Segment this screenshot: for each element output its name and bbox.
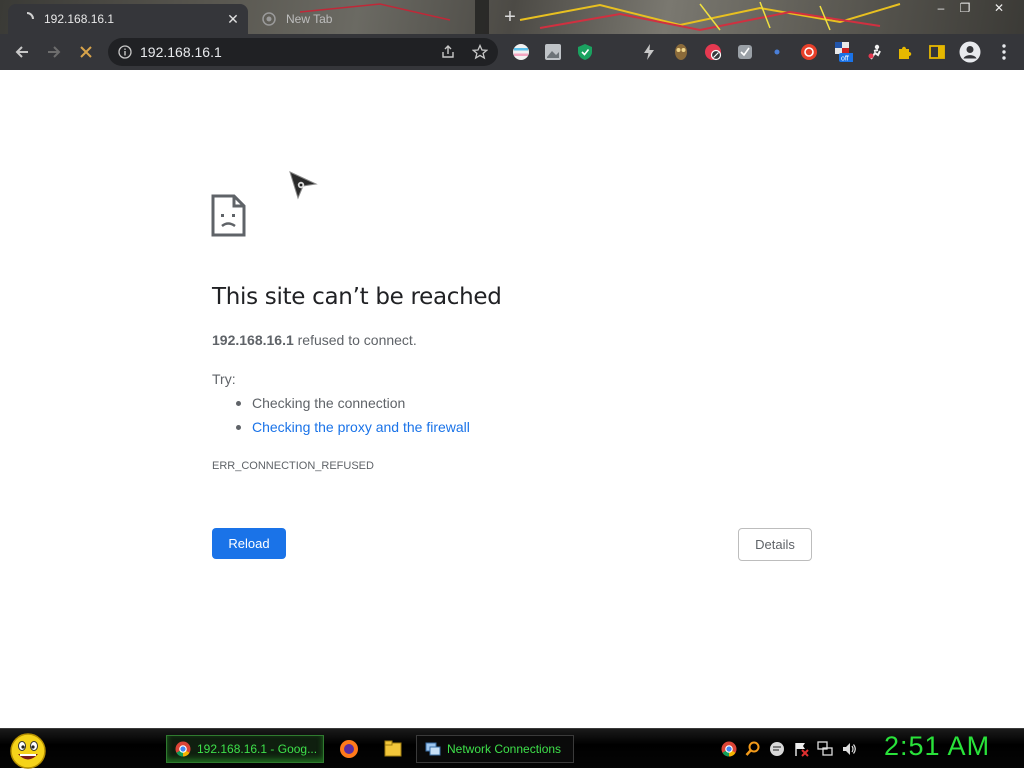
extension-shield-check-icon[interactable] (735, 42, 755, 62)
network-connections-icon (425, 742, 441, 756)
chrome-icon (262, 12, 276, 26)
extension-runner-icon[interactable] (865, 42, 885, 62)
close-window-button[interactable]: ✕ (984, 0, 1014, 16)
taskbar-item-label: 192.168.16.1 - Goog... (197, 742, 318, 756)
info-icon[interactable] (118, 45, 132, 59)
tab-active[interactable]: 192.168.16.1 ✕ (8, 4, 248, 34)
tab-title: New Tab (286, 12, 333, 26)
extension-flag-icon[interactable] (511, 42, 531, 62)
taskbar-item-chrome[interactable]: 192.168.16.1 - Goog... (166, 735, 324, 763)
share-icon[interactable] (440, 44, 456, 60)
extension-dot-icon[interactable] (767, 42, 787, 62)
error-summary-text: refused to connect. (293, 332, 417, 348)
chat-tray-icon[interactable] (769, 741, 785, 757)
network-tray-icon[interactable] (817, 741, 833, 757)
svg-text:off: off (841, 56, 849, 63)
extension-owl-icon[interactable] (671, 42, 691, 62)
chrome-icon (175, 741, 191, 757)
extension-shield-icon[interactable] (575, 42, 595, 62)
address-bar[interactable]: 192.168.16.1 (108, 38, 498, 66)
tab-close-button[interactable]: ✕ (224, 10, 242, 28)
extension-off-badge-icon[interactable]: off (833, 42, 853, 63)
extension-blocked-icon[interactable] (703, 42, 723, 62)
extension-image-icon[interactable] (543, 42, 563, 62)
taskbar-item-network-connections[interactable]: Network Connections (416, 735, 574, 763)
search-tray-icon[interactable] (745, 741, 761, 757)
tab-title: 192.168.16.1 (44, 12, 115, 26)
reload-button[interactable]: Reload (212, 528, 286, 559)
error-summary: 192.168.16.1 refused to connect. (212, 332, 417, 348)
browser-toolbar: 192.168.16.1 off (0, 34, 1024, 70)
taskbar: 192.168.16.1 - Goog... Network Connectio… (0, 728, 1024, 769)
loading-spinner-icon (26, 12, 34, 20)
firefox-icon[interactable] (339, 739, 359, 759)
profile-avatar-icon[interactable] (958, 40, 982, 64)
suggestion-check-connection: Checking the connection (236, 395, 470, 419)
arrow-right-icon (48, 46, 61, 58)
error-headline: This site can’t be reached (212, 284, 502, 310)
extension-circle-icon[interactable] (799, 42, 819, 62)
sad-page-icon (211, 194, 246, 237)
side-panel-icon[interactable] (927, 42, 947, 62)
try-label: Try: (212, 371, 236, 387)
tab-new-tab[interactable]: New Tab (254, 4, 484, 34)
tab-strip: 192.168.16.1 ✕ New Tab + ‒ ❐ ✕ (0, 0, 1024, 34)
taskbar-item-label: Network Connections (447, 742, 562, 756)
volume-icon[interactable] (841, 741, 857, 757)
error-host: 192.168.16.1 (212, 332, 294, 348)
back-button[interactable] (10, 40, 34, 64)
file-explorer-icon[interactable] (383, 739, 403, 759)
address-url[interactable]: 192.168.16.1 (140, 44, 222, 60)
mouse-cursor-icon (289, 171, 318, 200)
forward-button[interactable] (42, 40, 66, 64)
bookmark-star-icon[interactable] (472, 44, 488, 60)
suggestions-list: Checking the connection Checking the pro… (236, 395, 470, 443)
close-icon (80, 46, 92, 58)
action-center-flag-icon[interactable] (793, 741, 809, 757)
start-smiley-icon[interactable] (8, 731, 48, 769)
arrow-left-icon (15, 46, 28, 58)
chrome-tray-icon[interactable] (721, 741, 737, 757)
clock[interactable]: 2:51 AM (884, 731, 990, 762)
menu-kebab-icon[interactable] (994, 42, 1014, 62)
extension-lightning-icon[interactable] (639, 42, 659, 62)
new-tab-button[interactable]: + (500, 7, 520, 28)
error-page: This site can’t be reached 192.168.16.1 … (0, 70, 1024, 728)
suggestion-proxy-firewall-link[interactable]: Checking the proxy and the firewall (236, 419, 470, 443)
details-button[interactable]: Details (738, 528, 812, 561)
extensions-puzzle-icon[interactable] (895, 42, 915, 62)
error-code: ERR_CONNECTION_REFUSED (212, 460, 374, 472)
stop-loading-button[interactable] (74, 40, 98, 64)
maximize-button[interactable]: ❐ (950, 0, 980, 16)
